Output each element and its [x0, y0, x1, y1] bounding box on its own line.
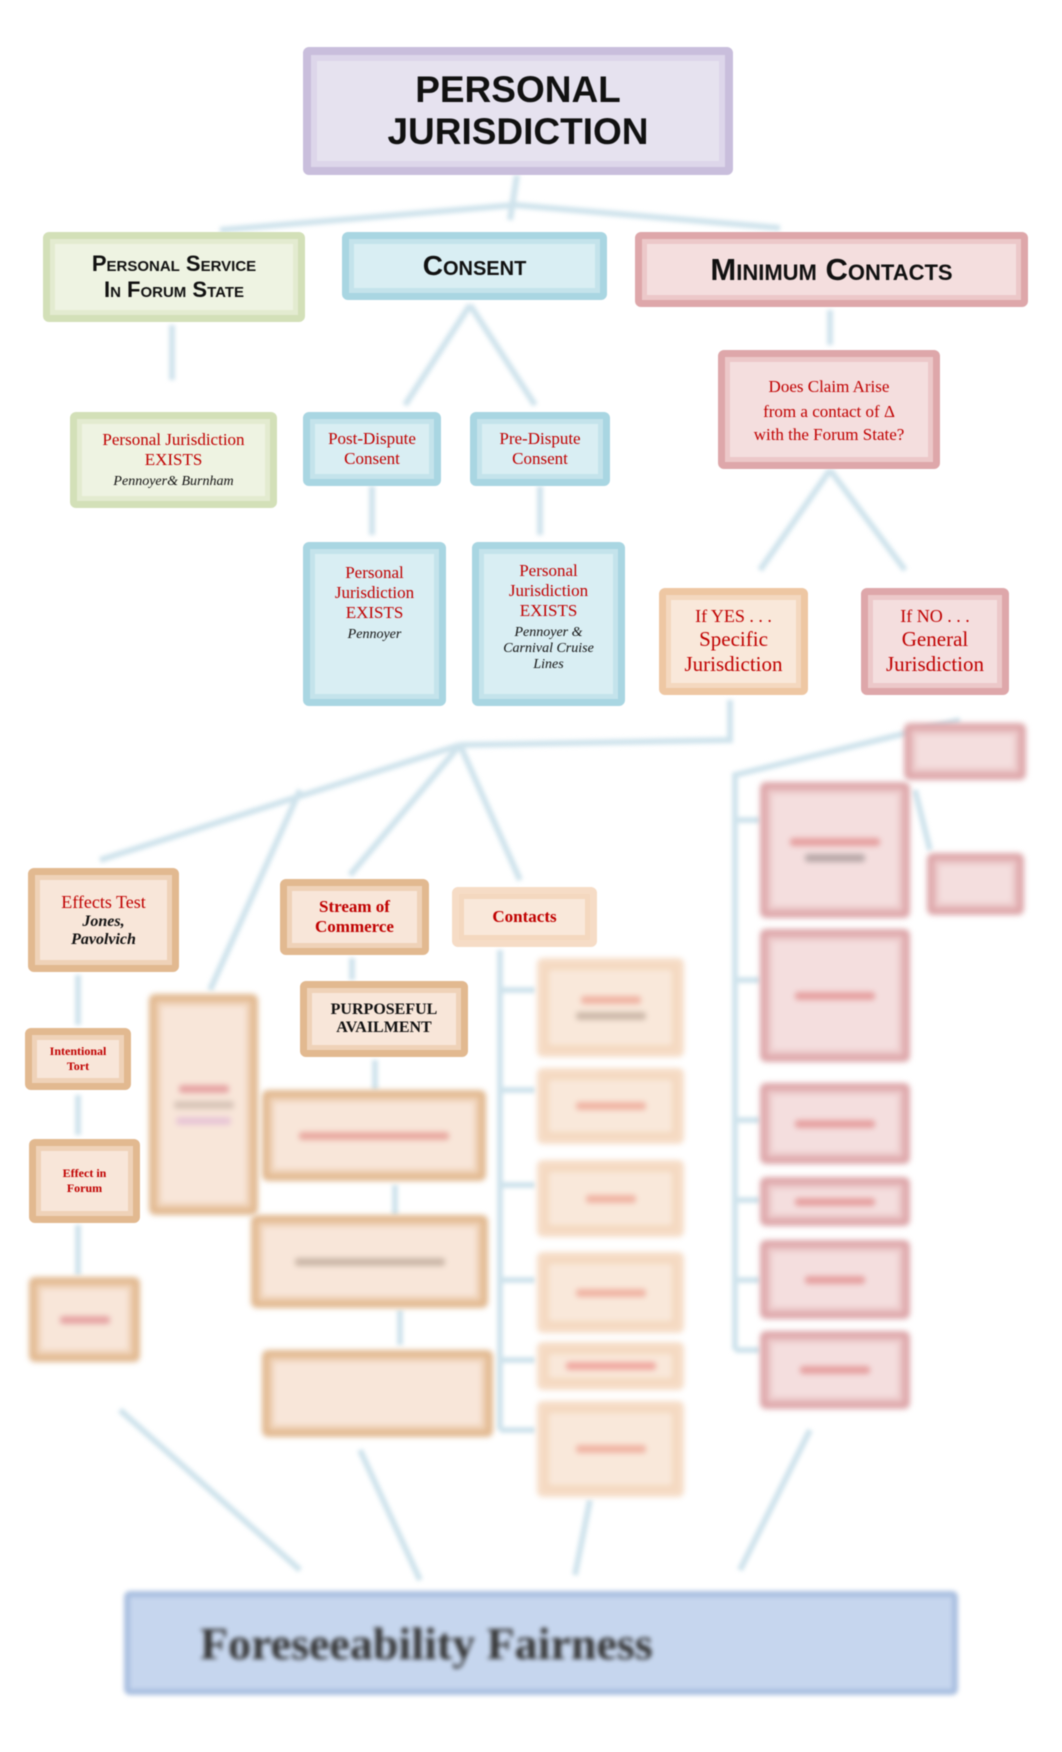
contacts-box: Contacts	[452, 887, 597, 947]
intentional-tort-line1: Intentional	[49, 1044, 107, 1058]
connector	[497, 950, 535, 1433]
yes-line1: If YES . . .	[695, 606, 772, 626]
specific-jurisdiction-box: If YES . . . Specific Jurisdiction	[659, 588, 808, 695]
blurred-box	[904, 723, 1026, 780]
stream-line1: Stream of	[319, 897, 390, 916]
pj-line1: Personal Jurisdiction	[102, 430, 245, 449]
blurred-box	[262, 1350, 493, 1437]
blurred-box	[149, 994, 258, 1215]
blurred-box	[537, 1068, 684, 1144]
blurred-box	[760, 782, 910, 918]
blurred-box	[537, 958, 684, 1057]
question-line2: from a contact of Δ	[763, 401, 895, 421]
consent-label: Consent	[422, 250, 527, 281]
minimum-contacts-label: Minimum Contacts	[710, 251, 953, 287]
connector	[402, 303, 538, 407]
no-line1: If NO . . .	[900, 606, 970, 626]
blurred-box	[537, 1160, 684, 1237]
no-line2: General	[901, 627, 969, 651]
title-line1: PERSONAL	[415, 69, 621, 110]
general-jurisdiction-box: If NO . . . General Jurisdiction	[861, 588, 1009, 695]
effects-test-box: Effects Test Jones, Pavolvich	[28, 868, 179, 972]
blurred-box	[537, 1342, 684, 1390]
pre-result-cases1: Pennoyer &	[514, 625, 583, 640]
pre-dispute-box: Pre-Dispute Consent	[470, 412, 610, 486]
purposeful-line2: AVAILMENT	[336, 1019, 432, 1036]
blurred-box	[760, 1177, 910, 1226]
foreseeability-fairness-label: Foreseeability Fairness	[200, 1617, 653, 1669]
title-box: PERSONAL JURISDICTION	[303, 47, 733, 175]
pj-cases: Pennoyer& Burnham	[113, 474, 234, 489]
stream-of-commerce-box: Stream of Commerce	[280, 879, 429, 955]
blurred-box	[537, 1252, 684, 1333]
pre-dispute-result: Personal Jurisdiction EXISTS Pennoyer & …	[472, 542, 625, 706]
effects-test-label: Effects Test	[61, 891, 146, 912]
pre-result-line1: Personal	[519, 561, 578, 580]
effect-in-forum-box: Effect in Forum	[29, 1139, 140, 1223]
yes-line3: Jurisdiction	[684, 652, 783, 676]
minimum-contacts-box: Minimum Contacts	[635, 232, 1028, 307]
blurred-box	[537, 1401, 684, 1497]
blurred-box	[760, 1240, 910, 1319]
pre-dispute-line2: Consent	[512, 449, 568, 468]
personal-service-line2: In Forum State	[103, 277, 245, 302]
connector	[219, 174, 781, 233]
connector	[757, 468, 908, 572]
intentional-tort-line2: Tort	[66, 1059, 90, 1073]
consent-box: Consent	[342, 232, 607, 300]
purposeful-line1: PURPOSEFUL	[330, 1001, 438, 1018]
blurred-box	[760, 1083, 910, 1164]
blurred-box	[29, 1277, 140, 1362]
purposeful-availment-box: PURPOSEFUL AVAILMENT	[300, 981, 468, 1057]
effect-in-forum-line1: Effect in	[62, 1166, 107, 1180]
no-line3: Jurisdiction	[886, 652, 984, 676]
post-result-line2: Jurisdiction	[334, 583, 415, 602]
post-result-line3: EXISTS	[345, 603, 404, 622]
effects-test-cases1: Jones,	[82, 912, 125, 930]
pre-dispute-line1: Pre-Dispute	[499, 429, 581, 448]
effect-in-forum-line2: Forum	[66, 1181, 103, 1195]
contacts-label: Contacts	[492, 907, 557, 926]
effects-test-cases2: Pavolvich	[71, 930, 136, 948]
foreseeability-fairness-box: Foreseeability Fairness	[124, 1591, 958, 1695]
post-dispute-box: Post-Dispute Consent	[303, 412, 441, 486]
pre-result-line2: Jurisdiction	[508, 581, 589, 600]
stream-line2: Commerce	[315, 917, 394, 936]
personal-service-line1: Personal Service	[91, 251, 257, 276]
post-dispute-result: Personal Jurisdiction EXISTS Pennoyer	[303, 542, 446, 706]
blurred-box	[927, 853, 1024, 915]
pre-result-cases2: Carnival Cruise	[503, 641, 594, 656]
post-dispute-line1: Post-Dispute	[328, 429, 416, 448]
personal-service-result: Personal Jurisdiction EXISTS Pennoyer& B…	[70, 412, 277, 508]
post-dispute-line2: Consent	[344, 449, 400, 468]
intentional-tort-box: Intentional Tort	[25, 1028, 131, 1090]
blurred-box	[251, 1215, 488, 1308]
title-line2: JURISDICTION	[387, 111, 649, 152]
pre-result-line3: EXISTS	[519, 601, 578, 620]
post-result-cases: Pennoyer	[347, 627, 402, 642]
connector	[369, 486, 543, 535]
personal-service-box: Personal Service In Forum State	[43, 232, 305, 322]
blurred-box	[760, 1331, 910, 1409]
question-line3: with the Forum State?	[753, 424, 905, 444]
yes-line2: Specific	[699, 627, 768, 651]
claim-arise-question: Does Claim Arise from a contact of Δ wit…	[718, 350, 940, 469]
pre-result-cases3: Lines	[533, 657, 564, 672]
blurred-box	[760, 929, 910, 1062]
blurred-box	[262, 1090, 486, 1181]
post-result-line1: Personal	[345, 563, 404, 582]
question-line1: Does Claim Arise	[768, 376, 890, 396]
pj-line2: EXISTS	[144, 450, 203, 469]
